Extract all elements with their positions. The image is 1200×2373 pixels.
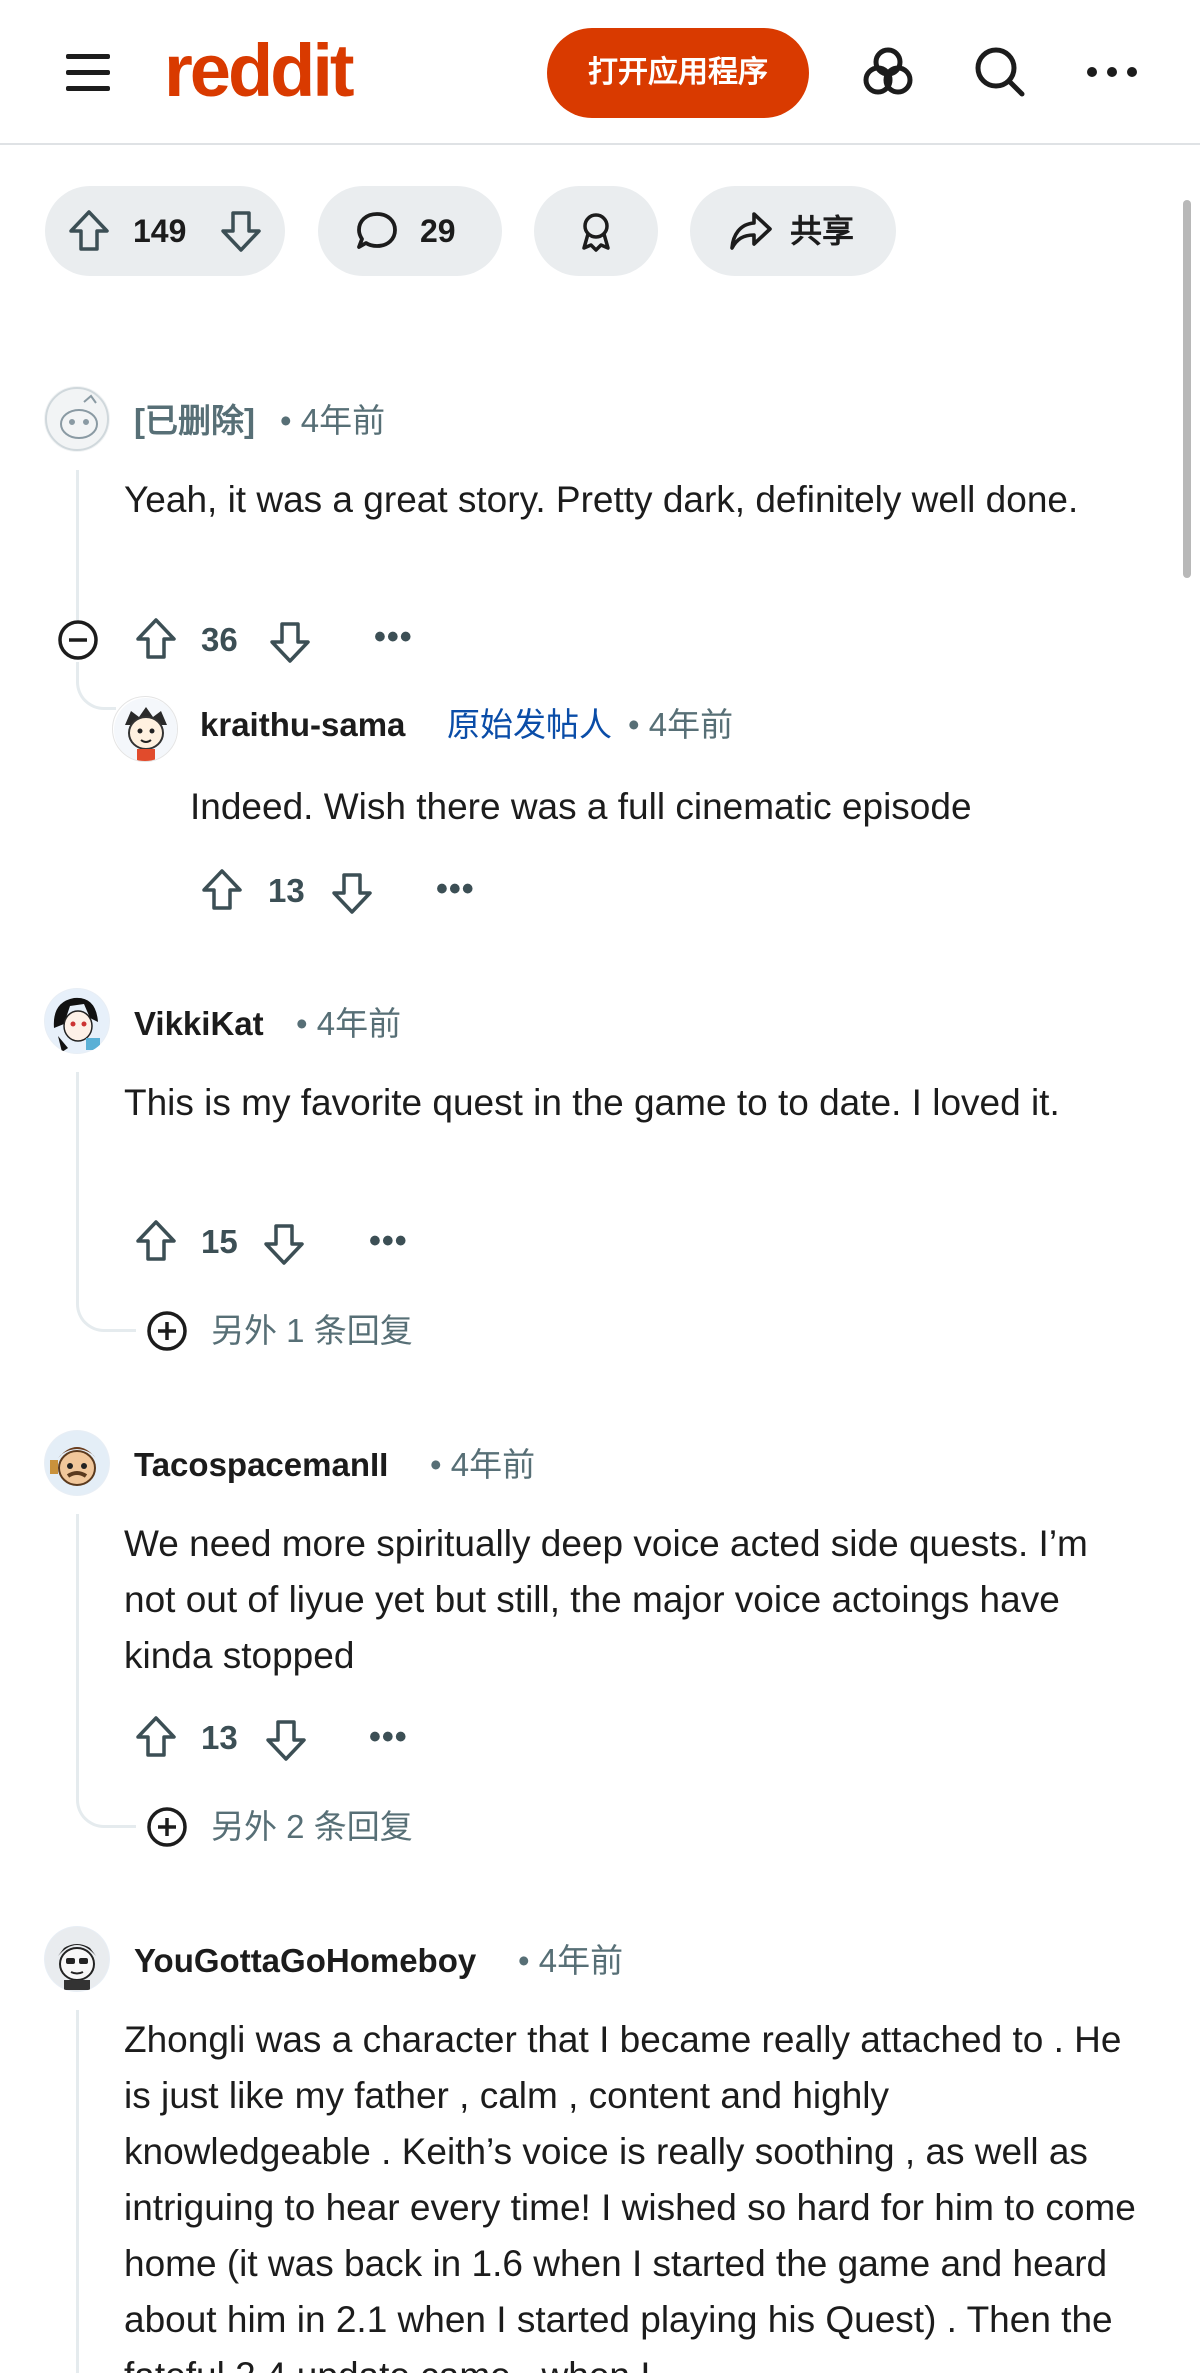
downvote-arrow-icon[interactable] xyxy=(217,207,265,255)
comment-author[interactable]: YouGottaGoHomeboy xyxy=(134,1939,476,1983)
comment-count: 29 xyxy=(420,213,456,249)
more-replies-label: 另外 2 条回复 xyxy=(211,1808,413,1845)
avatar[interactable] xyxy=(44,1926,110,1992)
downvote-arrow-icon[interactable] xyxy=(260,1220,308,1268)
more-replies-label: 另外 1 条回复 xyxy=(211,1312,413,1349)
post-score: 149 xyxy=(133,213,187,249)
op-badge: 原始发帖人 xyxy=(447,706,612,743)
collapse-minus-icon[interactable] xyxy=(56,618,100,662)
downvote-arrow-icon[interactable] xyxy=(266,618,314,666)
comment-timestamp: • 4年前 xyxy=(628,706,734,743)
comment-author[interactable]: [已删除] xyxy=(134,399,255,443)
upvote-arrow-icon[interactable] xyxy=(132,1713,180,1761)
downvote-arrow-icon[interactable] xyxy=(328,869,376,917)
comments-button[interactable]: 29 xyxy=(318,186,502,276)
reddit-comments-page: reddit 打开应用程序 149 29 共享 [已删除] • 4年前 Yeah… xyxy=(0,0,1200,2373)
comment-timestamp: • 4年前 xyxy=(296,1005,402,1042)
share-label: 共享 xyxy=(790,213,855,249)
comment-score: 13 xyxy=(201,1719,238,1756)
comment-score: 13 xyxy=(268,872,305,909)
comment-bubble-icon xyxy=(357,212,397,249)
upvote-arrow-icon[interactable] xyxy=(198,866,246,914)
search-icon[interactable] xyxy=(968,40,1032,104)
comment-body: Indeed. Wish there was a full cinematic … xyxy=(190,786,972,827)
thread-line[interactable] xyxy=(76,1072,79,1290)
comment-timestamp: • 4年前 xyxy=(518,1942,624,1979)
more-replies-button[interactable]: 另外 2 条回复 xyxy=(145,1801,465,1851)
reply-connector xyxy=(76,1780,136,1828)
comment-more-button[interactable]: ••• xyxy=(369,1720,408,1754)
comment-score: 15 xyxy=(201,1223,238,1260)
upvote-arrow-icon[interactable] xyxy=(65,207,113,255)
reddit-logo[interactable]: reddit xyxy=(164,26,355,116)
expand-plus-icon xyxy=(147,1807,187,1847)
comment-more-button[interactable]: ••• xyxy=(374,620,413,654)
upvote-arrow-icon[interactable] xyxy=(132,615,180,663)
more-replies-button[interactable]: 另外 1 条回复 xyxy=(145,1305,465,1355)
comment-timestamp: • 4年前 xyxy=(430,1446,536,1483)
top-navigation-bar: reddit 打开应用程序 xyxy=(0,0,1200,145)
expand-plus-icon xyxy=(147,1311,187,1351)
comment-timestamp: • 4年前 xyxy=(280,402,386,439)
avatar[interactable] xyxy=(44,988,110,1054)
share-arrow-icon xyxy=(730,212,772,250)
comment-body: Zhongli was a character that I became re… xyxy=(124,2019,1136,2373)
upvote-arrow-icon[interactable] xyxy=(132,1217,180,1265)
avatar[interactable] xyxy=(112,696,178,762)
menu-icon[interactable] xyxy=(62,50,118,96)
comment-body: This is my favorite quest in the game to… xyxy=(124,1082,1060,1123)
avatar[interactable] xyxy=(44,386,110,452)
more-horizontal-icon[interactable] xyxy=(1080,40,1144,104)
share-button[interactable]: 共享 xyxy=(690,186,896,276)
comment-score: 36 xyxy=(201,621,238,658)
thread-line[interactable] xyxy=(76,1514,79,1786)
downvote-arrow-icon[interactable] xyxy=(262,1716,310,1764)
reply-connector xyxy=(76,1284,136,1332)
explore-icon[interactable] xyxy=(856,40,920,104)
avatar[interactable] xyxy=(44,1430,110,1496)
reply-connector xyxy=(76,662,116,710)
thread-line[interactable] xyxy=(76,2010,79,2373)
comment-more-button[interactable]: ••• xyxy=(369,1224,408,1258)
vote-bar: 149 xyxy=(45,186,285,276)
award-button[interactable] xyxy=(534,186,658,276)
open-app-button[interactable]: 打开应用程序 xyxy=(547,28,809,118)
thread-line[interactable] xyxy=(76,470,79,620)
scrollbar[interactable] xyxy=(1183,200,1191,578)
award-icon xyxy=(582,213,610,252)
comment-author[interactable]: VikkiKat xyxy=(134,1002,264,1046)
comment-author[interactable]: kraithu-sama xyxy=(200,703,405,747)
comment-body: We need more spiritually deep voice acte… xyxy=(124,1523,1088,1676)
comment-more-button[interactable]: ••• xyxy=(436,872,475,906)
comment-author[interactable]: TacospacemanII xyxy=(134,1443,388,1487)
comment-body: Yeah, it was a great story. Pretty dark,… xyxy=(124,479,1079,520)
